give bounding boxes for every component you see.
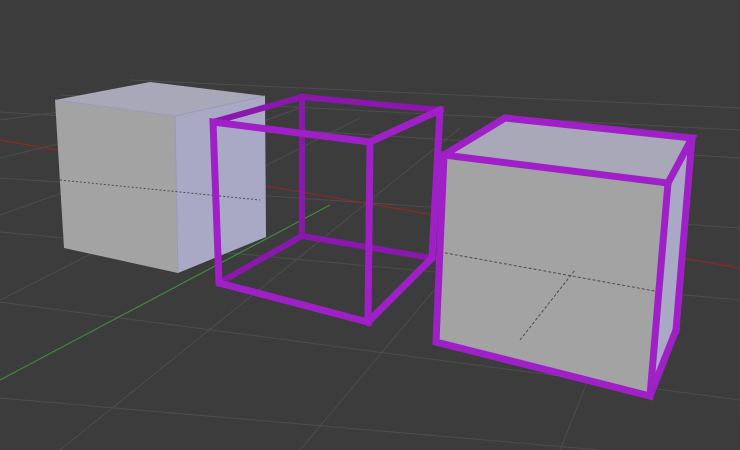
cube-left[interactable] <box>54 82 266 274</box>
cube-left-front-face <box>55 100 178 273</box>
3d-viewport[interactable] <box>0 0 740 450</box>
cube-right[interactable] <box>432 114 698 401</box>
